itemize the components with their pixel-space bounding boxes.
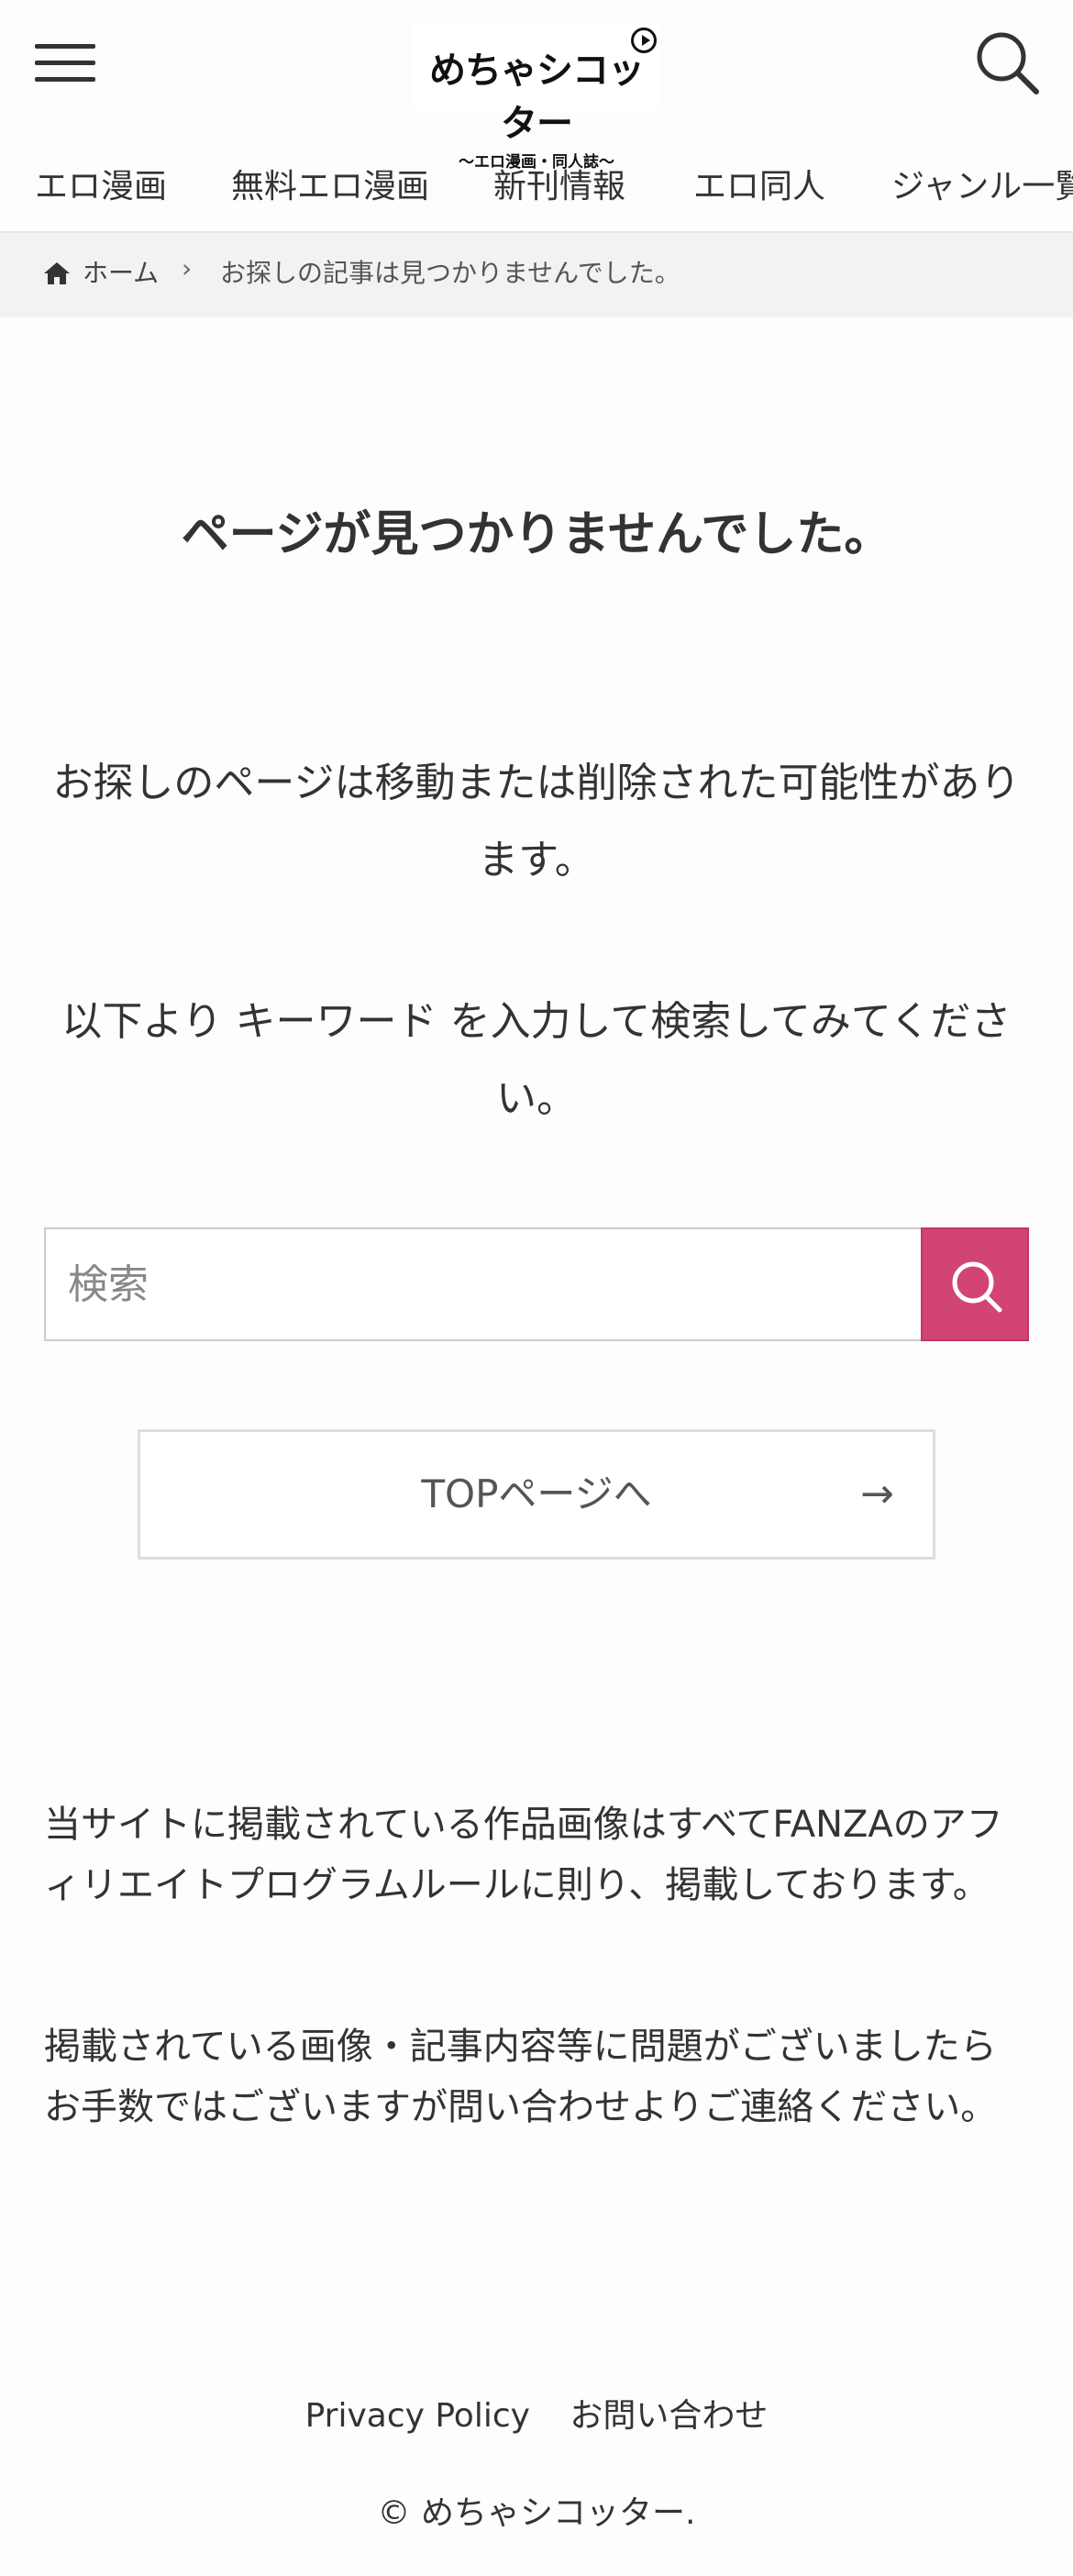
nav-item-ero-doujin[interactable]: エロ同人 <box>693 160 825 207</box>
search-icon[interactable] <box>974 29 1040 95</box>
home-icon[interactable] <box>42 259 72 288</box>
top-page-button[interactable]: TOPページへ → <box>138 1429 935 1560</box>
breadcrumb: ホーム › お探しの記事は見つかりませんでした。 <box>0 233 1073 317</box>
nav-item-new-releases[interactable]: 新刊情報 <box>493 160 625 207</box>
copyright: © めちゃシコッター. <box>377 2494 696 2532</box>
nav-item-ero-manga[interactable]: エロ漫画 <box>35 160 167 207</box>
search-form <box>44 1227 1029 1341</box>
chevron-right-icon: › <box>182 253 193 283</box>
contact-link[interactable]: お問い合わせ <box>570 2397 768 2435</box>
arrow-right-icon: → <box>860 1471 894 1517</box>
privacy-policy-link[interactable]: Privacy Policy <box>305 2397 530 2435</box>
breadcrumb-home-link[interactable]: ホーム <box>83 253 159 290</box>
nav-item-genre-list[interactable]: ジャンル一覧 <box>891 160 1073 207</box>
site-header: めちゃシコッター 〜エロ漫画・同人誌〜 <box>0 0 1073 172</box>
not-found-message: お探しのページは移動または削除された可能性があります。 <box>52 760 1021 883</box>
breadcrumb-current: お探しの記事は見つかりませんでした。 <box>220 258 680 288</box>
page-title: ページが見つかりませんでした。 <box>181 507 892 562</box>
top-page-button-label: TOPページへ <box>421 1471 652 1516</box>
search-input[interactable] <box>44 1227 921 1341</box>
search-submit-button[interactable] <box>921 1227 1029 1341</box>
affiliate-notice: 当サイトに掲載されている作品画像はすべてFANZAのアフィリエイトプログラムルー… <box>44 1804 1003 1906</box>
nav-item-free-ero-manga[interactable]: 無料エロ漫画 <box>231 160 429 207</box>
search-prompt-message: 以下より キーワード を入力して検索してみてください。 <box>61 998 1012 1122</box>
footer-links: Privacy Policy お問い合わせ <box>0 2389 1073 2437</box>
search-icon <box>952 1261 1002 1313</box>
site-logo[interactable]: めちゃシコッター 〜エロ漫画・同人誌〜 <box>413 22 660 172</box>
contact-notice: 掲載されている画像・記事内容等に問題がございましたらお手数ではございますが問い合… <box>44 2026 998 2128</box>
play-icon <box>631 28 657 53</box>
logo-text: めちゃシコッター <box>429 50 645 145</box>
global-nav: エロ漫画 無料エロ漫画 新刊情報 エロ同人 ジャンル一覧 <box>0 147 1073 233</box>
hamburger-menu-icon[interactable] <box>35 37 95 88</box>
